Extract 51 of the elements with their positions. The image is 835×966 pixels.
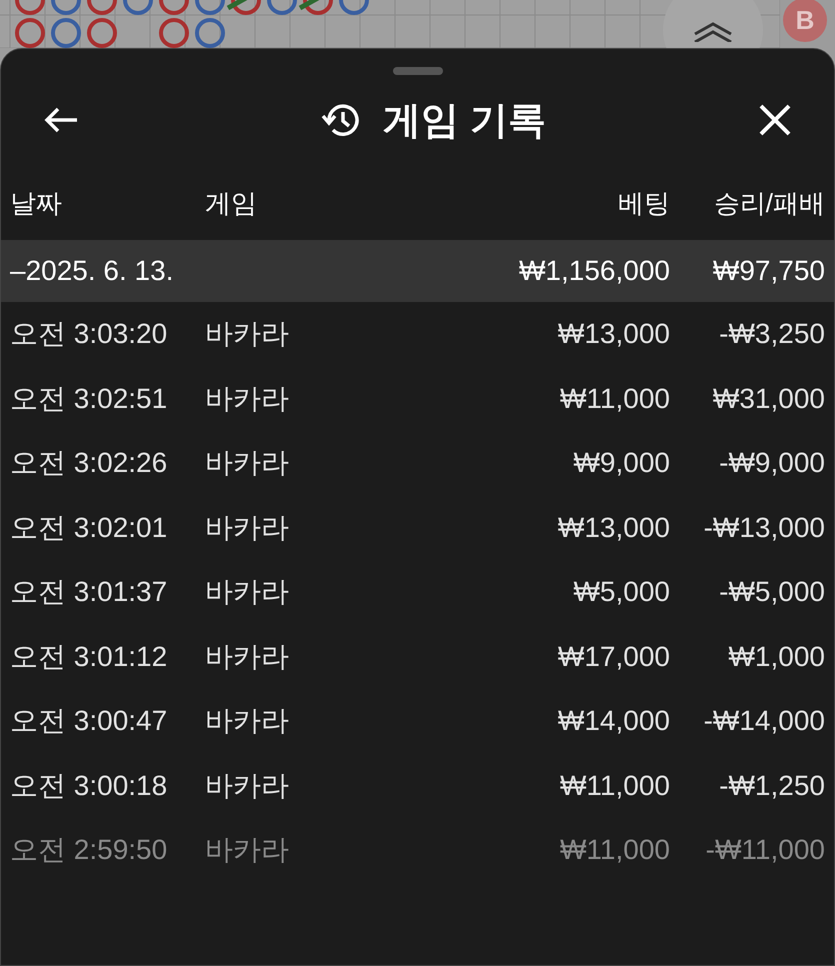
game-cell-text: 바카라 <box>205 446 290 480</box>
game-cell-text: 바카라 <box>205 640 290 674</box>
time-cell-text: 오전 3:00:47 <box>10 704 168 738</box>
time-cell-text: 오전 3:00:18 <box>10 768 168 803</box>
date-group-row[interactable]: –2025. 6. 13. ₩1,156,000 ₩97,750 <box>1 240 834 302</box>
game-cell-text: 바카라 <box>205 768 290 803</box>
result-cell-text: -₩13,000 <box>702 512 825 544</box>
result-cell-text: -₩3,250 <box>718 318 825 350</box>
close-icon <box>758 103 792 137</box>
time-cell-text: 오전 3:01:12 <box>10 640 168 674</box>
result-cell-text: -₩14,000 <box>702 705 825 738</box>
back-arrow-icon <box>43 106 79 134</box>
result-cell-text: ₩1,000 <box>728 640 825 673</box>
bet-cell-text: ₩11,000 <box>559 382 670 415</box>
banker-badge: B <box>783 0 827 42</box>
time-cell-text: 오전 2:59:50 <box>10 833 168 868</box>
column-header: 베팅 <box>617 186 670 220</box>
bet-cell-text: ₩13,000 <box>556 318 670 350</box>
time-cell-text: 오전 3:02:01 <box>10 510 168 545</box>
group-bet-total: ₩1,156,000 <box>518 255 670 287</box>
bet-cell-text: ₩17,000 <box>556 640 670 673</box>
bet-cell-text: ₩5,000 <box>572 576 670 608</box>
bet-cell-text: ₩14,000 <box>556 705 670 738</box>
time-cell-text: 오전 3:02:26 <box>10 446 168 480</box>
game-cell-text: 바카라 <box>205 575 290 610</box>
group-result-total: ₩97,750 <box>712 255 825 287</box>
column-header: 승리/패배 <box>712 186 825 220</box>
game-cell-text: 바카라 <box>205 382 290 416</box>
bet-cell-text: ₩11,000 <box>559 770 670 802</box>
game-cell-text: 바카라 <box>205 317 290 352</box>
result-cell-text: -₩9,000 <box>718 447 825 480</box>
result-cell-text: -₩1,250 <box>718 770 825 802</box>
sheet-title: 게임 기록 <box>383 98 546 144</box>
game-cell-text: 바카라 <box>205 704 290 738</box>
result-cell-text: -₩5,000 <box>718 576 825 608</box>
game-cell-text: 바카라 <box>205 833 290 868</box>
time-cell-text: 오전 3:01:37 <box>10 575 168 610</box>
column-header: 날짜 <box>10 186 63 220</box>
time-cell-text: 오전 3:02:51 <box>10 382 168 416</box>
time-cell-text: 오전 3:03:20 <box>10 317 168 352</box>
bet-cell-text: ₩9,000 <box>572 447 670 480</box>
result-cell-text: -₩11,000 <box>704 834 825 866</box>
bet-cell-text: ₩13,000 <box>556 512 670 544</box>
close-button[interactable] <box>758 103 792 137</box>
result-cell-text: ₩31,000 <box>712 382 825 415</box>
column-header: 게임 <box>205 186 258 220</box>
bet-cell-text: ₩11,000 <box>559 834 670 866</box>
group-date: –2025. 6. 13. <box>10 255 174 287</box>
drag-handle[interactable] <box>392 67 442 75</box>
game-cell-text: 바카라 <box>205 510 290 545</box>
back-button[interactable] <box>43 106 79 134</box>
